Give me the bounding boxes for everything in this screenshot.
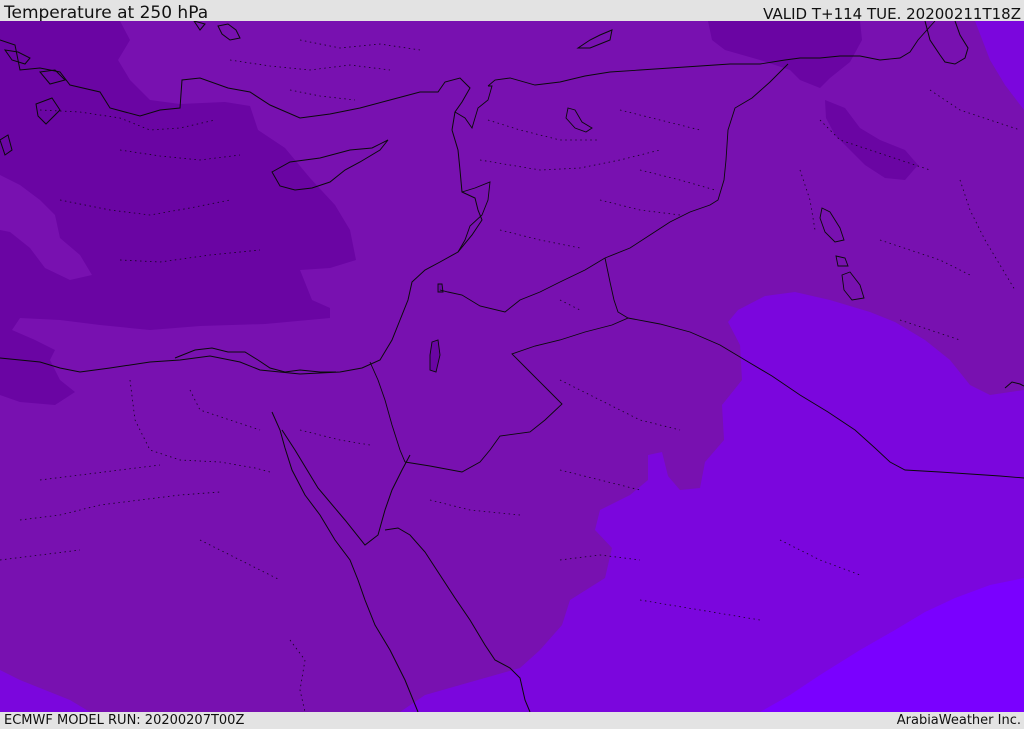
footer-bar: ECMWF MODEL RUN: 20200207T00Z ArabiaWeat… (0, 712, 1024, 729)
temperature-map-svg (0, 21, 1024, 712)
model-run-label: ECMWF MODEL RUN: 20200207T00Z (4, 713, 245, 728)
credit-label: ArabiaWeather Inc. (896, 713, 1021, 728)
weather-map-frame: Temperature at 250 hPa VALID T+114 TUE. … (0, 0, 1024, 729)
header-bar: Temperature at 250 hPa VALID T+114 TUE. … (0, 0, 1024, 23)
map-area (0, 21, 1024, 712)
